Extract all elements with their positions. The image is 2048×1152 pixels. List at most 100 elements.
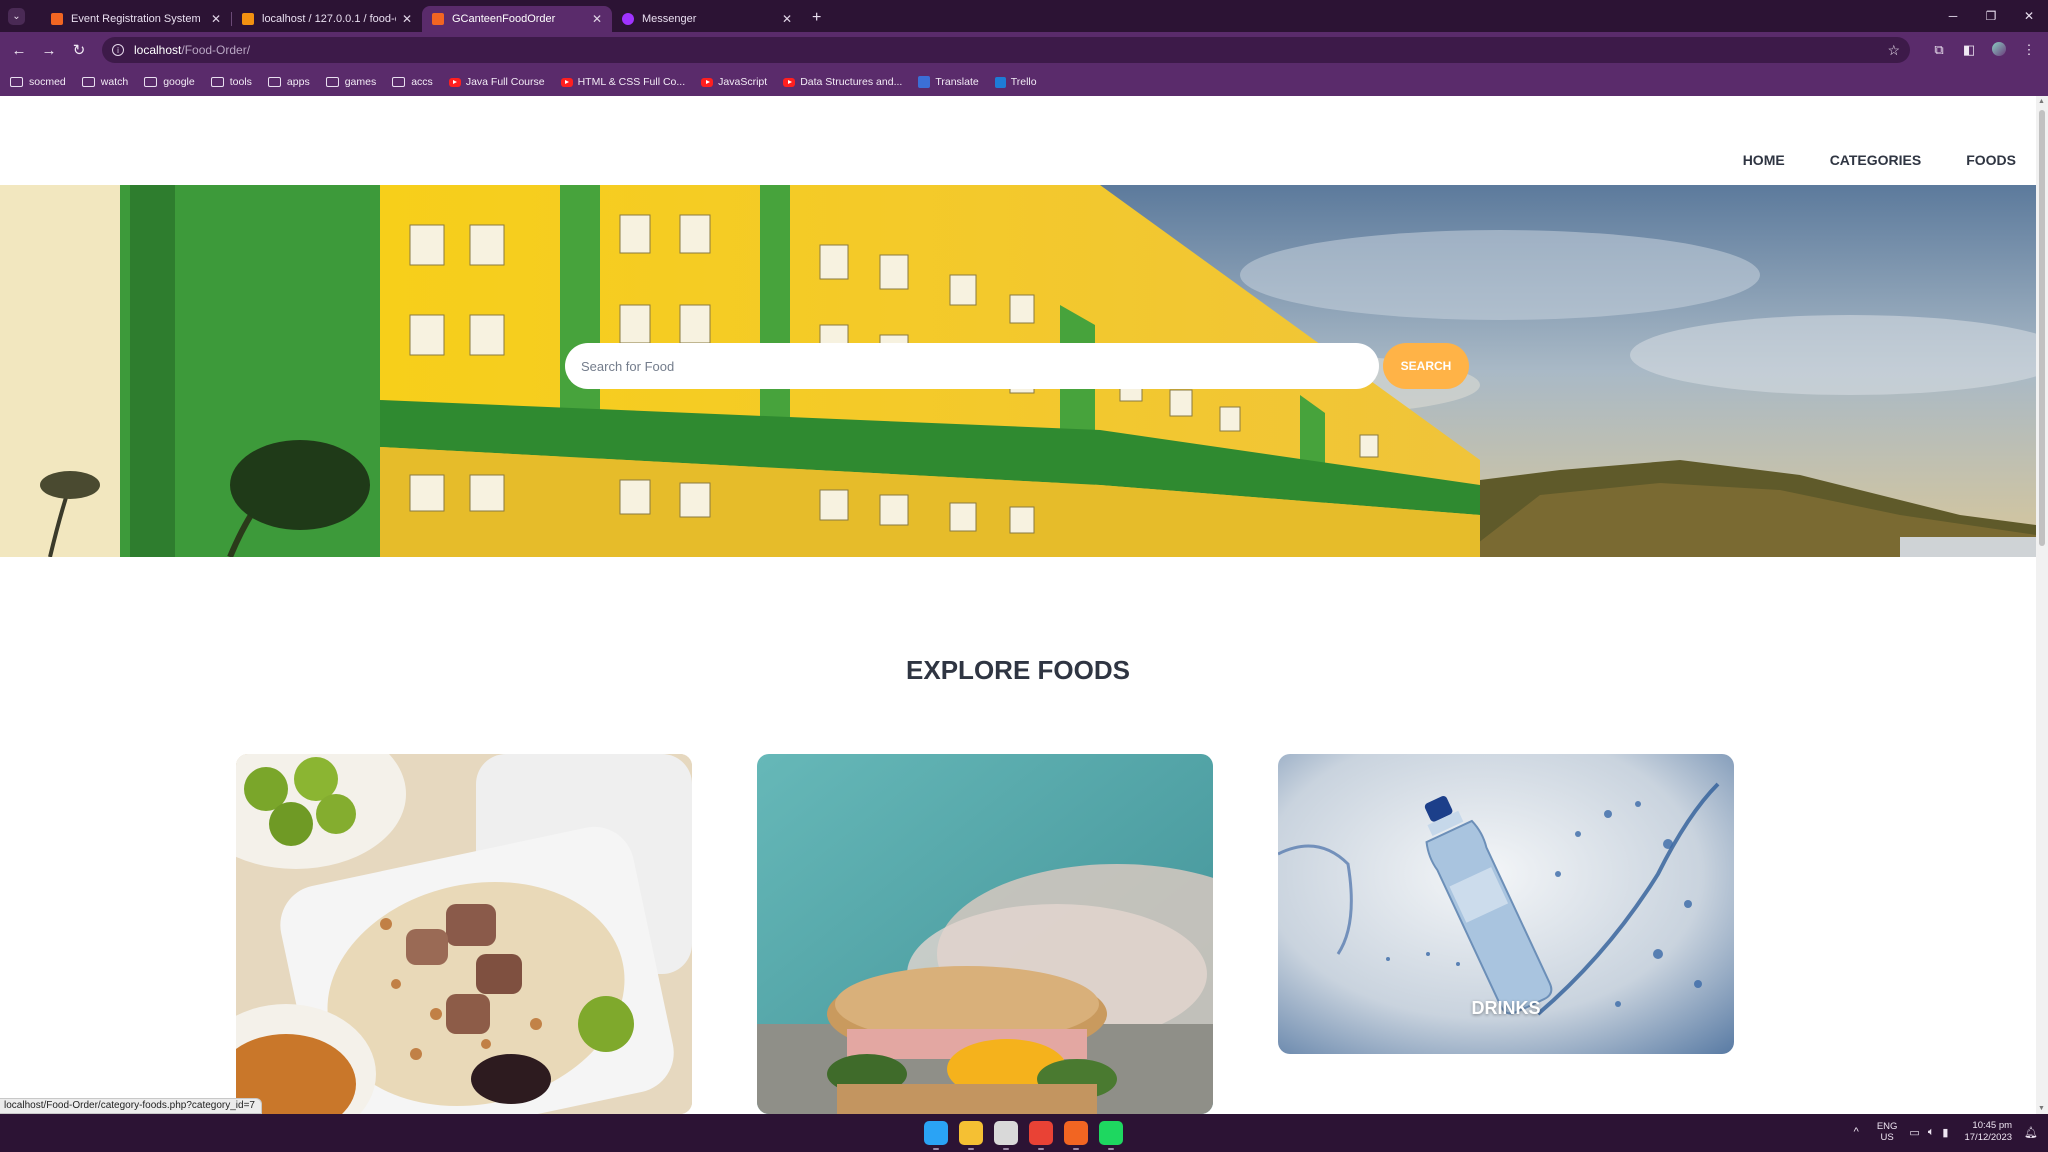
address-bar[interactable]: i localhost/Food-Order/ ☆ — [102, 37, 1910, 63]
link-status-bubble: localhost/Food-Order/category-foods.php?… — [0, 1098, 262, 1114]
folder-icon — [392, 77, 406, 87]
extensions-icon[interactable]: ⧉ — [1924, 42, 1954, 58]
language-indicator[interactable]: ENG US — [1877, 1121, 1898, 1143]
bookmark-item[interactable]: Data Structures and... — [783, 76, 902, 88]
menu-home[interactable]: HOME — [1743, 152, 1785, 168]
bookmark-item[interactable]: JavaScript — [701, 76, 767, 88]
web-page: HOME CATEGORIES FOODS Search for Food SE… — [0, 96, 2036, 1114]
tab-gcanteen[interactable]: GCanteenFoodOrder ✕ — [422, 6, 612, 32]
scroll-down-icon[interactable]: ▼ — [2038, 1105, 2045, 1112]
bookmark-item[interactable]: Translate — [918, 76, 979, 88]
youtube-icon — [448, 77, 461, 87]
folder-icon — [210, 77, 224, 87]
restore-icon[interactable]: ❐ — [1972, 9, 2010, 23]
bookmark-label: google — [163, 76, 195, 88]
window-controls: ─ ❐ ✕ — [1934, 0, 2048, 32]
clock[interactable]: 10:45 pm 17/12/2023 — [1964, 1120, 2012, 1144]
profile-avatar-icon[interactable] — [1984, 41, 2014, 59]
category-card-rice-meal[interactable] — [236, 754, 692, 1114]
bookmark-label: Trello — [1010, 76, 1037, 88]
bookmark-label: Translate — [935, 76, 979, 88]
page-scrollbar[interactable]: ▲ ▼ — [2036, 96, 2048, 1114]
bookmark-label: JavaScript — [718, 76, 768, 88]
toolbar-icons: ⧉ ◧ ⋮ — [1924, 41, 2044, 59]
youtube-icon — [560, 77, 573, 87]
scroll-up-icon[interactable]: ▲ — [2038, 98, 2045, 105]
close-tab-icon[interactable]: ✕ — [402, 12, 412, 26]
battery-icon[interactable]: ▮ — [1942, 1126, 1948, 1139]
toolbar: ← → ↻ i localhost/Food-Order/ ☆ ⧉ ◧ ⋮ — [0, 32, 2048, 68]
messenger-favicon-icon — [622, 13, 634, 25]
folder-icon — [81, 77, 95, 87]
new-tab-button[interactable]: + — [812, 9, 821, 27]
bookmark-label: HTML & CSS Full Co... — [577, 76, 686, 88]
close-tab-icon[interactable]: ✕ — [592, 12, 602, 26]
system-tray: ^ ENG US ▭ 🔈︎ ▮ 10:45 pm 17/12/2023 🔔︎ — [1854, 1120, 2038, 1144]
scrollbar-thumb[interactable] — [2039, 110, 2045, 546]
phpmyadmin-favicon-icon — [242, 13, 254, 25]
windows-taskbar: ^ ENG US ▭ 🔈︎ ▮ 10:45 pm 17/12/2023 🔔︎ — [0, 1114, 2048, 1152]
food-search-input[interactable] — [565, 343, 1379, 389]
volume-icon[interactable]: 🔈︎ — [1928, 1126, 1935, 1139]
notifications-icon[interactable]: 🔔︎ — [2024, 1126, 2038, 1139]
bookmark-item[interactable]: games — [325, 76, 376, 88]
bookmark-label: watch — [100, 76, 129, 88]
show-hidden-icons-icon[interactable]: ^ — [1854, 1126, 1859, 1138]
folder-icon — [325, 77, 339, 87]
bookmark-star-icon[interactable]: ☆ — [1887, 42, 1900, 59]
xampp-icon[interactable] — [1064, 1121, 1088, 1150]
tab-search-icon[interactable]: ⌄ — [8, 7, 25, 25]
bookmark-item[interactable]: google — [144, 76, 195, 88]
menu-foods[interactable]: FOODS — [1966, 152, 2016, 168]
site-menu: HOME CATEGORIES FOODS — [1698, 152, 2016, 168]
tab-event-registration[interactable]: Event Registration System ✕ — [41, 6, 231, 32]
bookmark-item[interactable]: watch — [81, 76, 129, 88]
tab-title: GCanteenFoodOrder — [452, 13, 556, 25]
bookmark-label: tools — [229, 76, 252, 88]
close-tab-icon[interactable]: ✕ — [211, 12, 221, 26]
card-label-drinks: DRINKS — [1471, 998, 1541, 1018]
menu-categories[interactable]: CATEGORIES — [1830, 152, 1922, 168]
side-panel-icon[interactable]: ◧ — [1954, 42, 1984, 58]
chrome-icon[interactable] — [1029, 1121, 1053, 1150]
bookmark-item[interactable]: tools — [210, 76, 252, 88]
bookmark-label: Java Full Course — [465, 76, 545, 88]
food-search-form: SEARCH — [565, 343, 1469, 389]
xampp-favicon-icon — [432, 13, 444, 25]
explore-foods-heading: EXPLORE FOODS — [906, 655, 1130, 685]
rice-meal-photo — [236, 754, 692, 1114]
category-card-sandwich[interactable] — [757, 754, 1213, 1114]
obs-icon[interactable] — [994, 1121, 1018, 1150]
tab-strip: ⌄ Event Registration System ✕ localhost … — [0, 0, 2048, 32]
tab-phpmyadmin[interactable]: localhost / 127.0.0.1 / food-ord ✕ — [232, 6, 422, 32]
spotify-icon[interactable] — [1099, 1121, 1123, 1150]
bookmark-label: socmed — [29, 76, 66, 88]
youtube-icon — [701, 77, 714, 87]
site-info-icon[interactable]: i — [112, 44, 124, 56]
network-icon[interactable]: ▭ — [1909, 1126, 1919, 1139]
minimize-icon[interactable]: ─ — [1934, 9, 1972, 23]
bookmark-item[interactable]: Trello — [994, 76, 1037, 88]
trello-icon — [994, 76, 1006, 88]
bookmark-item[interactable]: HTML & CSS Full Co... — [560, 76, 686, 88]
reload-icon[interactable]: ↻ — [68, 41, 90, 59]
bookmark-label: apps — [286, 76, 310, 88]
search-button[interactable]: SEARCH — [1383, 343, 1469, 389]
file-explorer-icon[interactable] — [959, 1121, 983, 1150]
bookmark-item[interactable]: socmed — [10, 76, 66, 88]
more-menu-icon[interactable]: ⋮ — [2014, 42, 2044, 58]
tab-title: localhost / 127.0.0.1 / food-ord — [262, 13, 396, 25]
back-icon[interactable]: ← — [8, 42, 30, 59]
translate-icon — [918, 76, 931, 88]
folder-icon — [10, 77, 23, 87]
category-card-drinks[interactable]: DRINKS — [1278, 754, 1734, 1054]
bookmark-item[interactable]: Java Full Course — [448, 76, 545, 88]
tab-messenger[interactable]: Messenger ✕ — [612, 6, 802, 32]
close-window-icon[interactable]: ✕ — [2010, 9, 2048, 23]
bookmark-item[interactable]: apps — [267, 76, 310, 88]
close-tab-icon[interactable]: ✕ — [782, 12, 792, 26]
windows-start-icon[interactable] — [924, 1121, 948, 1150]
bookmark-item[interactable]: accs — [392, 76, 433, 88]
tab-title: Event Registration System — [71, 13, 201, 25]
forward-icon[interactable]: → — [38, 42, 60, 59]
